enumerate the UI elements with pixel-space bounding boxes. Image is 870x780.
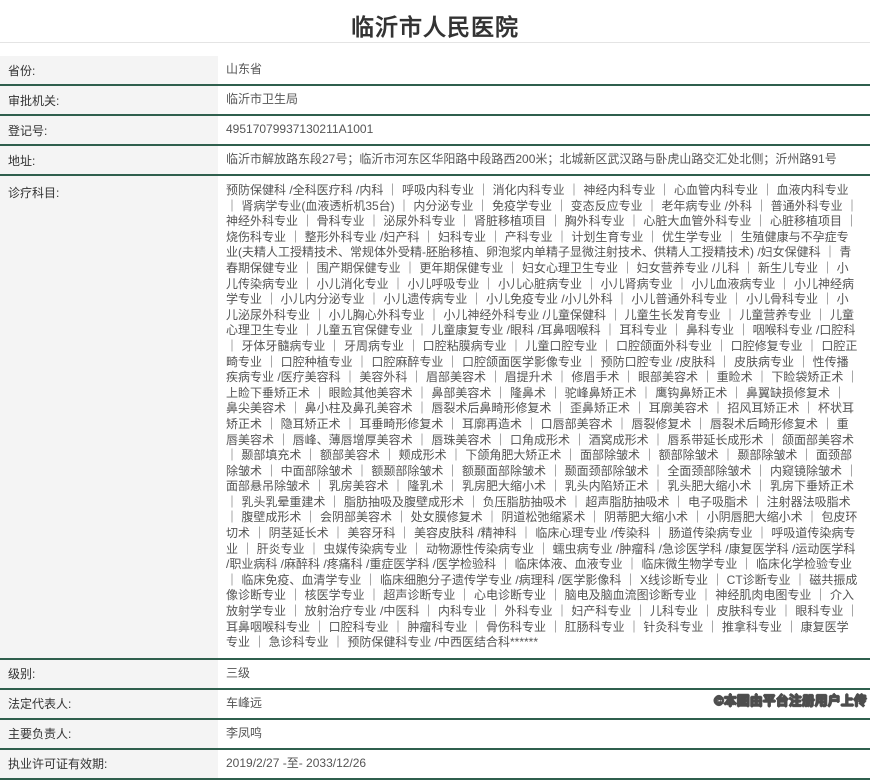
row-value: 山东省 bbox=[218, 56, 870, 84]
row-value: 预防保健科 /全科医疗科 /内科 ｜ 呼吸内科专业 ｜ 消化内科专业 ｜ 神经内… bbox=[218, 176, 870, 658]
row-label: 主要负责人: bbox=[0, 720, 218, 748]
hospital-info-table: 省份: 山东省 审批机关: 临沂市卫生局 登记号: 49517079937130… bbox=[0, 56, 870, 780]
page-header: 临沂市人民医院 bbox=[0, 0, 870, 42]
row-value: 李凤鸣 bbox=[218, 720, 870, 748]
table-row-principal: 主要负责人: 李凤鸣 bbox=[0, 720, 870, 750]
row-label: 省份: bbox=[0, 56, 218, 84]
uploader-watermark-text: ©本图由平台注册用户上传 bbox=[714, 690, 867, 709]
table-row-license-validity: 执业许可证有效期: 2019/2/27 -至- 2033/12/26 bbox=[0, 750, 870, 780]
table-row-address: 地址: 临沂市解放路东段27号；临沂市河东区华阳路中段路西200米；北城新区武汉… bbox=[0, 146, 870, 176]
table-row-approval-authority: 审批机关: 临沂市卫生局 bbox=[0, 86, 870, 116]
row-label: 审批机关: bbox=[0, 86, 218, 114]
row-value: 2019/2/27 -至- 2033/12/26 bbox=[218, 750, 870, 778]
row-value: 临沂市解放路东段27号；临沂市河东区华阳路中段路西200米；北城新区武汉路与卧虎… bbox=[218, 146, 870, 174]
table-row-level: 级别: 三级 bbox=[0, 660, 870, 690]
row-value: 临沂市卫生局 bbox=[218, 86, 870, 114]
header-divider bbox=[0, 42, 870, 43]
row-label: 执业许可证有效期: bbox=[0, 750, 218, 778]
row-label: 级别: bbox=[0, 660, 218, 688]
table-row-departments: 诊疗科目: 预防保健科 /全科医疗科 /内科 ｜ 呼吸内科专业 ｜ 消化内科专业… bbox=[0, 176, 870, 660]
row-label: 诊疗科目: bbox=[0, 176, 218, 658]
row-label: 地址: bbox=[0, 146, 218, 174]
table-row-province: 省份: 山东省 bbox=[0, 56, 870, 86]
table-row-registration-number: 登记号: 49517079937130211A1001 bbox=[0, 116, 870, 146]
row-label: 法定代表人: bbox=[0, 690, 218, 718]
page-title: 临沂市人民医院 bbox=[351, 14, 519, 40]
row-label: 登记号: bbox=[0, 116, 218, 144]
row-value: 49517079937130211A1001 bbox=[218, 116, 870, 144]
row-value: 三级 bbox=[218, 660, 870, 688]
